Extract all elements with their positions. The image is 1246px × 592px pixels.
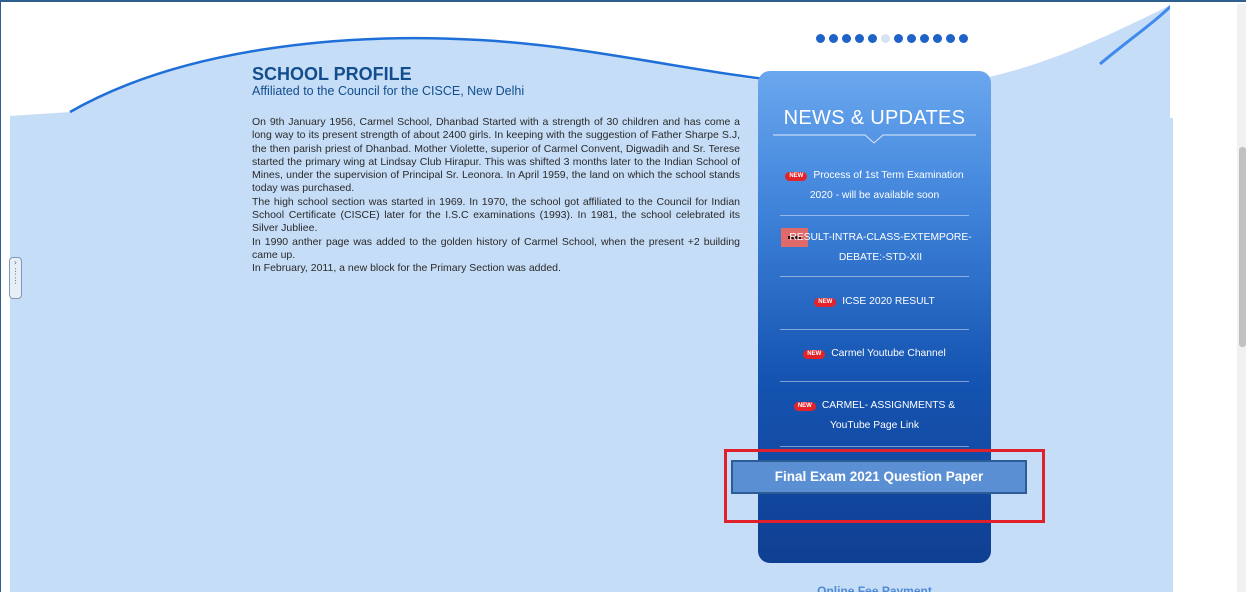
new-badge: NEW (785, 172, 808, 181)
profile-paragraph: In 1990 anther page was added to the gol… (252, 235, 740, 261)
divider (780, 329, 969, 330)
new-badge: NEW (814, 298, 837, 307)
page-subtitle: Affiliated to the Council for the CISCE,… (252, 84, 525, 98)
slider-dots[interactable] (816, 34, 968, 48)
profile-paragraph: On 9th January 1956, Carmel School, Dhan… (252, 116, 740, 195)
slider-dot[interactable] (868, 34, 877, 43)
side-toggle-handle[interactable]: › ⋮ ⋮ (9, 257, 22, 299)
browser-frame: › ⋮ ⋮ SCHOOL PROFILE Affiliated to the Co… (0, 0, 1246, 592)
news-item-text: RESULT-INTRA-CLASS-EXTEMPORE-DEBATE:-STD… (789, 232, 972, 263)
slider-dot[interactable] (959, 34, 968, 43)
news-item-text: ICSE 2020 RESULT (842, 296, 935, 307)
slider-dot[interactable] (907, 34, 916, 43)
slider-dot[interactable] (816, 34, 825, 43)
new-badge: NEW (793, 402, 816, 411)
news-item[interactable]: RESULT-INTRA-CLASS-EXTEMPORE-DEBATE:-STD… (788, 228, 973, 268)
new-badge: NEW (803, 350, 826, 359)
slider-dot[interactable] (920, 34, 929, 43)
news-title: NEWS & UPDATES (783, 107, 966, 129)
online-fee-payment-link[interactable]: Online Fee Payment (758, 584, 991, 592)
scrollbar-thumb[interactable] (1239, 147, 1246, 347)
news-item[interactable]: NEW ICSE 2020 RESULT (780, 292, 969, 312)
news-item-text: Process of 1st Term Examination 2020 - w… (809, 170, 964, 201)
school-profile-section: SCHOOL PROFILE Affiliated to the Council… (252, 64, 740, 276)
chevron-underline-icon (773, 134, 976, 144)
profile-paragraph: The high school section was started in 1… (252, 195, 740, 235)
divider (780, 215, 969, 216)
news-item[interactable]: NEW Process of 1st Term Examination 2020 … (780, 166, 969, 206)
divider (780, 446, 969, 447)
page-title: SCHOOL PROFILE (252, 64, 412, 84)
divider (780, 276, 969, 277)
news-item-text: CARMEL- ASSIGNMENTS & YouTube Page Link (821, 400, 956, 431)
news-item[interactable]: NEW CARMEL- ASSIGNMENTS & YouTube Page Li… (780, 396, 969, 436)
grip-icon: › (13, 258, 18, 267)
slider-dot[interactable] (855, 34, 864, 43)
divider (780, 381, 969, 382)
final-exam-question-paper-button[interactable]: Final Exam 2021 Question Paper (731, 460, 1027, 494)
slider-dot[interactable] (842, 34, 851, 43)
profile-body: On 9th January 1956, Carmel School, Dhan… (252, 116, 740, 276)
slider-dot[interactable] (829, 34, 838, 43)
grip-dots-icon: ⋮ ⋮ (11, 267, 20, 285)
news-item[interactable]: NEW Carmel Youtube Channel (780, 344, 969, 364)
slider-dot[interactable] (946, 34, 955, 43)
slider-dot[interactable] (894, 34, 903, 43)
slider-dot[interactable] (933, 34, 942, 43)
slider-dot[interactable] (881, 34, 890, 43)
profile-paragraph: In February, 2011, a new block for the P… (252, 262, 561, 275)
news-item-text: Carmel Youtube Channel (831, 348, 946, 359)
